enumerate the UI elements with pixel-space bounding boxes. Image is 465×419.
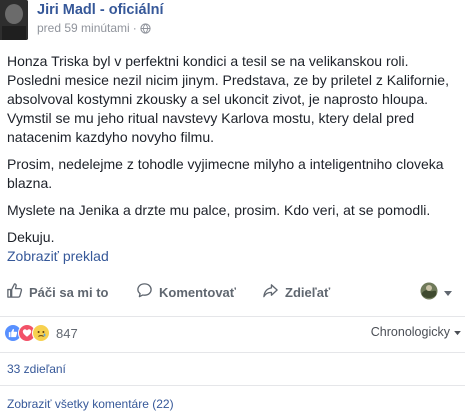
sad-reaction-icon	[32, 324, 50, 342]
reactions-summary[interactable]: 847	[4, 322, 78, 344]
page-avatar-icon	[420, 282, 438, 303]
comment-sort-dropdown[interactable]: Chronologicky	[371, 325, 461, 339]
action-bar: Páči sa mi to Komentovať Zdieľať	[0, 282, 465, 312]
meta-separator: ·	[132, 21, 137, 35]
post-time[interactable]: pred 59 minútami	[37, 21, 130, 35]
sort-label: Chronologicky	[370, 325, 450, 339]
like-button[interactable]: Páči sa mi to	[6, 282, 108, 302]
divider	[0, 352, 465, 353]
like-label: Páči sa mi to	[29, 284, 109, 300]
post-paragraph: Honza Triska byl v perfektni kondici a t…	[7, 53, 449, 145]
divider	[0, 385, 465, 386]
chevron-down-icon	[444, 285, 452, 300]
divider	[0, 316, 465, 317]
avatar[interactable]	[0, 0, 28, 40]
post-paragraph: Dekuju.	[7, 229, 55, 245]
comment-icon	[136, 282, 153, 302]
thumbs-up-icon	[6, 282, 23, 302]
reaction-count[interactable]: 847	[56, 326, 78, 341]
comment-label: Komentovať	[159, 284, 237, 300]
post-paragraph: Myslete na Jenika a drzte mu palce, pros…	[7, 202, 431, 218]
share-arrow-icon	[262, 282, 279, 302]
post-header: Jiri Madl - oficiální pred 59 minútami ·	[0, 0, 465, 44]
translate-link[interactable]: Zobraziť preklad	[7, 248, 109, 264]
page-avatar-selector[interactable]	[420, 282, 452, 303]
share-button[interactable]: Zdieľať	[262, 282, 330, 302]
post-text: Honza Triska byl v perfektni kondici a t…	[7, 52, 459, 255]
post-meta: pred 59 minútami ·	[37, 21, 151, 35]
globe-icon	[140, 22, 151, 34]
shares-link[interactable]: 33 zdieľaní	[7, 362, 66, 376]
comment-button[interactable]: Komentovať	[136, 282, 236, 302]
post-paragraph: Prosim, nedelejme z tohodle vyjimecne mi…	[7, 156, 444, 191]
view-comments-link[interactable]: Zobraziť všetky komentáre (22)	[7, 397, 174, 411]
author-name[interactable]: Jiri Madl - oficiální	[37, 2, 164, 18]
chevron-down-icon	[454, 325, 461, 339]
share-label: Zdieľať	[285, 284, 331, 300]
